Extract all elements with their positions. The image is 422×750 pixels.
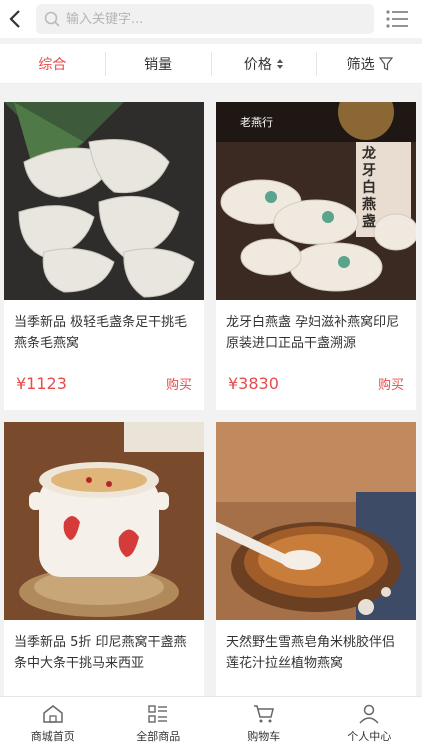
- product-card[interactable]: 当季新品 5折 印尼燕窝干盏燕条中大条干挑马来西亚 ¥ 购买: [4, 422, 204, 730]
- product-image: 老燕行 龙牙白燕盏: [216, 102, 416, 300]
- search-icon: [44, 11, 60, 27]
- menu-button[interactable]: [374, 0, 420, 38]
- product-card[interactable]: 当季新品 极轻毛盏条足干挑毛燕条毛燕窝 ¥1123 购买: [4, 102, 204, 410]
- tab-cart[interactable]: 购物车: [211, 697, 317, 750]
- search-input[interactable]: [66, 11, 356, 27]
- sort-price[interactable]: 价格: [212, 51, 318, 76]
- home-icon: [43, 704, 63, 723]
- product-image: [216, 422, 416, 620]
- bottom-tabbar: 商城首页 全部商品 购物车 个人中心: [0, 696, 422, 750]
- product-image: [4, 422, 204, 620]
- category-icon: [148, 704, 168, 723]
- product-name: 当季新品 5折 印尼燕窝干盏燕条中大条干挑马来西亚: [14, 635, 187, 671]
- sort-sales[interactable]: 销量: [106, 51, 212, 76]
- buy-button[interactable]: 购买: [378, 374, 404, 393]
- sort-filter[interactable]: 筛选: [317, 52, 422, 76]
- product-card[interactable]: 老燕行 龙牙白燕盏 龙牙白燕盏 孕妇滋补燕窝印尼原装进口正品干盏溯源 ¥3830…: [216, 102, 416, 410]
- buy-button[interactable]: 购买: [166, 374, 192, 393]
- tab-all-products[interactable]: 全部商品: [106, 697, 212, 750]
- tab-label: 个人中心: [347, 729, 392, 743]
- tab-home[interactable]: 商城首页: [0, 697, 106, 750]
- product-image: [4, 102, 204, 300]
- product-name: 龙牙白燕盏 孕妇滋补燕窝印尼原装进口正品干盏溯源: [226, 315, 400, 351]
- tab-label: 全部商品: [136, 729, 181, 743]
- sort-label: 筛选: [346, 56, 375, 73]
- image-title-text: 龙牙白燕盏: [362, 146, 376, 230]
- sort-label: 销量: [144, 56, 173, 73]
- user-icon: [359, 704, 379, 724]
- product-price: ¥1123: [16, 374, 67, 393]
- sort-comprehensive[interactable]: 综合: [0, 51, 106, 76]
- sort-label: 价格: [243, 56, 272, 73]
- cart-icon: [253, 704, 274, 722]
- list-icon: [386, 10, 408, 28]
- chevron-left-icon: [9, 10, 20, 28]
- product-name: 天然野生雪燕皂角米桃胶伴侣 莲花汁拉丝植物燕窝: [226, 635, 396, 671]
- sort-arrows-icon: [276, 58, 284, 70]
- tab-label: 商城首页: [30, 729, 75, 743]
- image-brand-text: 老燕行: [240, 116, 273, 129]
- product-card[interactable]: 天然野生雪燕皂角米桃胶伴侣 莲花汁拉丝植物燕窝 ¥ 购买: [216, 422, 416, 730]
- sort-label: 综合: [38, 56, 67, 73]
- filter-icon: [378, 56, 393, 71]
- product-name: 当季新品 极轻毛盏条足干挑毛燕条毛燕窝: [14, 315, 188, 351]
- tab-profile[interactable]: 个人中心: [317, 697, 422, 750]
- back-button[interactable]: [0, 0, 30, 38]
- sort-bar: 综合 销量 价格 筛选: [0, 44, 422, 84]
- search-box[interactable]: [36, 4, 374, 34]
- top-header: [0, 0, 422, 38]
- product-price: ¥3830: [228, 374, 279, 393]
- tab-label: 购物车: [247, 729, 281, 743]
